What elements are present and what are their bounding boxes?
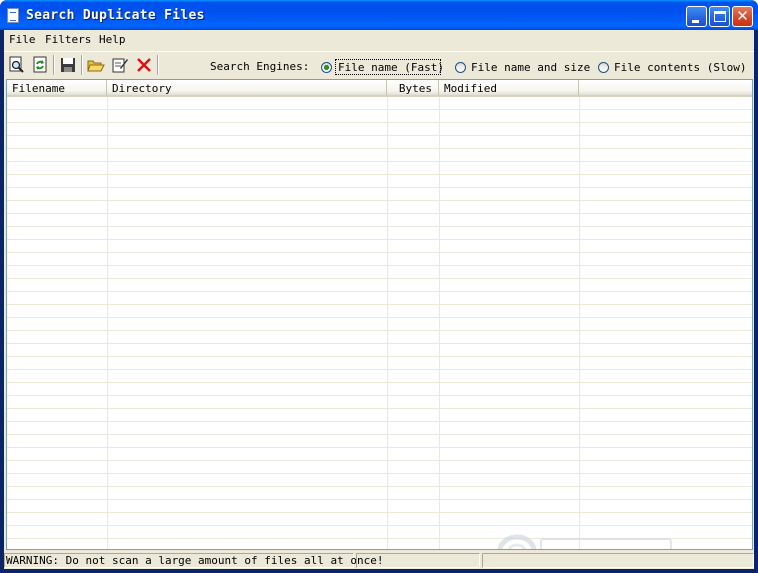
grid-line <box>579 97 580 549</box>
radio-label-file-name-and-size[interactable]: File name and size <box>471 61 590 74</box>
column-header-modified[interactable]: Modified <box>439 80 579 95</box>
minimize-icon <box>692 20 699 23</box>
app-icon[interactable] <box>7 8 19 23</box>
list-header: Filename Directory Bytes Modified <box>7 80 752 97</box>
column-header-filler <box>579 80 752 95</box>
radio-file-name-fast[interactable] <box>321 62 332 73</box>
status-panel-2 <box>356 553 480 568</box>
edit-icon[interactable] <box>111 56 129 74</box>
column-header-filename[interactable]: Filename <box>7 80 107 95</box>
results-list[interactable]: Filename Directory Bytes Modified <box>6 79 753 550</box>
app-window: Search Duplicate Files ✕ File Filters He… <box>0 0 758 573</box>
refresh-icon[interactable] <box>31 56 49 74</box>
open-folder-icon[interactable] <box>87 56 105 74</box>
column-header-directory[interactable]: Directory <box>107 80 387 95</box>
grid-line <box>107 97 108 549</box>
toolbar-separator <box>157 55 159 75</box>
toolbar-separator <box>81 55 83 75</box>
search-preview-icon[interactable] <box>8 56 26 74</box>
radio-label-file-name-fast[interactable]: File name (Fast) <box>338 61 444 74</box>
status-panel-3 <box>482 553 754 568</box>
menu-help[interactable]: Help <box>99 33 126 46</box>
radio-file-name-and-size[interactable] <box>455 62 466 73</box>
column-header-label: Filename <box>12 82 65 95</box>
radio-file-contents-slow[interactable] <box>598 62 609 73</box>
menu-bar: File Filters Help <box>4 30 754 50</box>
search-engines-label: Search Engines: <box>210 60 310 73</box>
list-body[interactable] <box>7 97 752 549</box>
client-area: File Filters Help Search Engines: File n… <box>4 30 754 569</box>
title-bar[interactable]: Search Duplicate Files ✕ <box>0 0 758 30</box>
status-message: WARNING: Do not scan a large amount of f… <box>6 554 384 567</box>
column-header-label: Directory <box>112 82 172 95</box>
toolbar: Search Engines: File name (Fast) File na… <box>4 51 754 79</box>
maximize-button[interactable] <box>709 6 730 27</box>
column-header-label: Modified <box>444 82 497 95</box>
radio-label-file-contents-slow[interactable]: File contents (Slow) <box>614 61 746 74</box>
minimize-button[interactable] <box>686 6 707 27</box>
toolbar-separator <box>53 55 55 75</box>
grid-line <box>387 97 388 549</box>
window-title: Search Duplicate Files <box>26 8 205 23</box>
watermark-logo <box>497 534 672 549</box>
menu-filters[interactable]: Filters <box>45 33 91 46</box>
grid-line <box>439 97 440 549</box>
column-header-label: Bytes <box>398 82 432 95</box>
status-bar: WARNING: Do not scan a large amount of f… <box>4 552 754 569</box>
close-icon: ✕ <box>736 7 749 25</box>
maximize-icon <box>714 11 726 22</box>
save-icon[interactable] <box>59 56 77 74</box>
close-button[interactable]: ✕ <box>732 6 753 27</box>
column-header-bytes[interactable]: Bytes <box>387 80 439 95</box>
menu-file[interactable]: File <box>9 33 36 46</box>
status-panel-message: WARNING: Do not scan a large amount of f… <box>4 553 384 568</box>
delete-icon[interactable] <box>135 56 153 74</box>
